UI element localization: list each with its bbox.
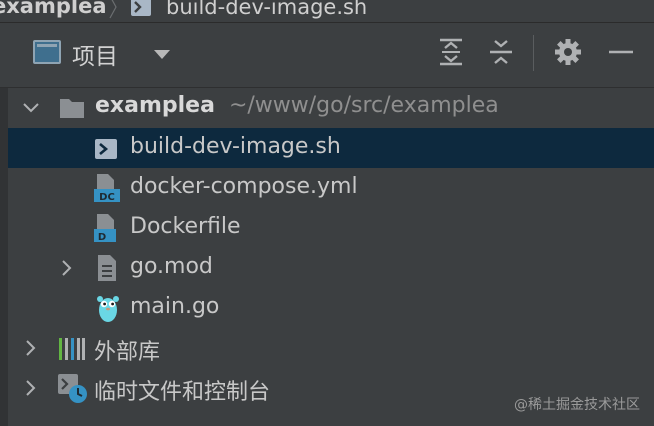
- library-icon: [59, 338, 85, 360]
- watermark: @稀土掘金技术社区: [514, 397, 640, 413]
- file-label: docker-compose.yml: [130, 174, 358, 199]
- docker-compose-icon: DC: [94, 174, 120, 203]
- dockerfile-icon: D: [94, 214, 116, 243]
- minimize-icon[interactable]: [606, 37, 636, 67]
- external-libraries-label: 外部库: [94, 340, 161, 365]
- scratches-label: 临时文件和控制台: [94, 380, 271, 405]
- toolbar-divider: [533, 35, 534, 71]
- svg-text:DC: DC: [99, 192, 115, 203]
- project-view-title[interactable]: 项目: [72, 37, 118, 71]
- project-tree: examplea ~/www/go/src/examplea build-dev-…: [8, 88, 654, 408]
- chevron-down-icon[interactable]: [154, 50, 170, 59]
- chevron-down-icon[interactable]: [22, 99, 40, 117]
- project-label: examplea ~/www/go/src/examplea: [95, 93, 499, 118]
- file-label: Dockerfile: [130, 214, 241, 239]
- tree-row-external-libraries[interactable]: 外部库: [8, 328, 654, 368]
- tree-row-file[interactable]: build-dev-image.sh: [8, 128, 654, 168]
- chevron-right-icon[interactable]: [22, 339, 40, 357]
- tree-row-file[interactable]: DC docker-compose.yml: [8, 168, 654, 208]
- go-gopher-icon: [97, 296, 119, 322]
- collapse-all-icon[interactable]: [486, 37, 516, 67]
- chevron-right-icon[interactable]: [22, 379, 40, 397]
- project-toolbar: 项目: [0, 23, 654, 88]
- file-label: build-dev-image.sh: [130, 134, 341, 159]
- breadcrumb: examplea build-dev-image.sh: [0, 0, 654, 23]
- expand-all-icon[interactable]: [436, 37, 466, 67]
- breadcrumb-project[interactable]: examplea: [0, 0, 107, 18]
- breadcrumb-file[interactable]: build-dev-image.sh: [130, 0, 367, 20]
- project-path: ~/www/go/src/examplea: [228, 93, 499, 118]
- gomod-file-icon: [98, 255, 116, 281]
- shell-script-icon: [131, 0, 151, 16]
- left-gutter: [0, 88, 8, 426]
- tree-row-file[interactable]: go.mod: [8, 248, 654, 288]
- breadcrumb-separator-icon: [109, 0, 117, 19]
- shell-script-icon: [95, 139, 117, 159]
- project-name: examplea: [95, 93, 215, 118]
- tree-row-file[interactable]: D Dockerfile: [8, 208, 654, 248]
- folder-icon: [60, 99, 84, 118]
- gear-icon[interactable]: [553, 37, 583, 67]
- project-pane-icon: [33, 40, 61, 64]
- tree-row-file[interactable]: main.go: [8, 288, 654, 328]
- tree-row-project-root[interactable]: examplea ~/www/go/src/examplea: [8, 88, 654, 128]
- file-label: go.mod: [130, 254, 213, 279]
- breadcrumb-file-label: build-dev-image.sh: [166, 0, 368, 19]
- svg-text:D: D: [98, 232, 106, 243]
- scratches-console-icon: [58, 374, 87, 403]
- chevron-right-icon[interactable]: [58, 259, 76, 277]
- file-label: main.go: [130, 294, 220, 319]
